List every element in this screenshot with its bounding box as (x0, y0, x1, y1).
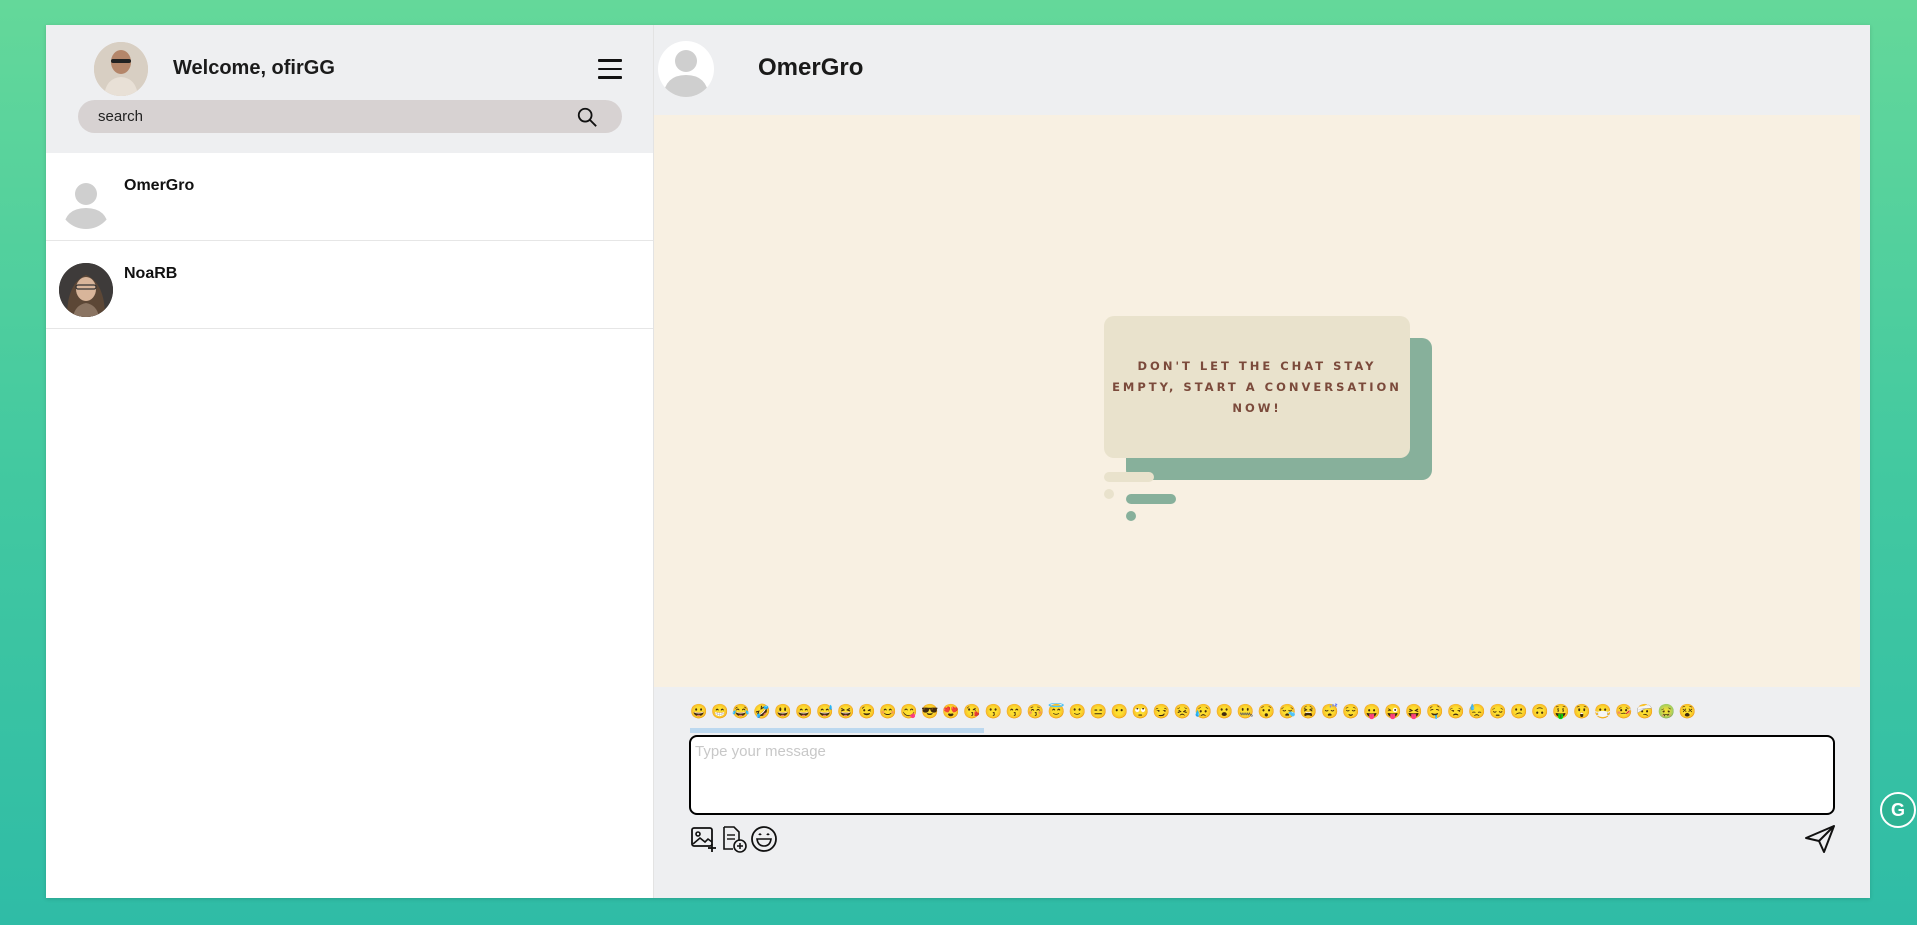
search-input[interactable] (98, 108, 568, 125)
contact-item-omergro[interactable]: OmerGro (46, 153, 653, 241)
contact-name: NoaRB (124, 265, 178, 282)
chat-header: OmerGro (654, 25, 1870, 114)
sidebar-header: Welcome, ofirGG (46, 25, 653, 153)
messages-area: DON'T LET THE CHAT STAY EMPTY, START A C… (654, 115, 1860, 687)
menu-icon[interactable] (598, 59, 622, 79)
emoji-picker-row[interactable]: 😀😁😂🤣😃😄😅😆😉😊😋😎😍😘😗😙😚😇🙂😑😶🙄😏😣😥😮🤐😯😪😫😴😌😛😜😝🤤😒😓😔😕… (690, 703, 1836, 723)
send-icon[interactable] (1804, 824, 1836, 854)
search-bar (78, 100, 622, 133)
chat-panel: OmerGro DON'T LET THE CHAT STAY EMPTY, S… (654, 25, 1870, 898)
empty-chat-card: DON'T LET THE CHAT STAY EMPTY, START A C… (1104, 316, 1410, 458)
bubble-tail-dot (1126, 511, 1136, 521)
emoji-scrollbar[interactable] (690, 728, 984, 733)
default-avatar-icon[interactable] (658, 41, 714, 97)
search-icon[interactable] (576, 106, 598, 128)
sidebar: Welcome, ofirGG OmerGro (46, 25, 654, 898)
empty-chat-message: DON'T LET THE CHAT STAY EMPTY, START A C… (1112, 358, 1402, 415)
default-avatar-icon (59, 175, 113, 229)
user-avatar[interactable] (94, 42, 148, 96)
grammarly-icon[interactable]: G (1880, 792, 1916, 828)
welcome-text: Welcome, ofirGG (173, 57, 335, 79)
emoji-icon[interactable] (750, 825, 778, 853)
empty-chat-illustration: DON'T LET THE CHAT STAY EMPTY, START A C… (1104, 316, 1434, 526)
chat-title: OmerGro (758, 54, 864, 81)
chat-app: Welcome, ofirGG OmerGro (46, 25, 1870, 898)
bubble-tail-dot (1104, 489, 1114, 499)
contact-item-noarb[interactable]: NoaRB (46, 241, 653, 329)
message-input[interactable] (689, 735, 1835, 815)
add-file-icon[interactable] (720, 825, 748, 853)
bubble-tail-line (1104, 472, 1154, 482)
bubble-tail-line (1126, 494, 1176, 504)
add-image-icon[interactable] (690, 825, 718, 853)
contact-name: OmerGro (124, 177, 195, 194)
contact-avatar (59, 263, 113, 317)
